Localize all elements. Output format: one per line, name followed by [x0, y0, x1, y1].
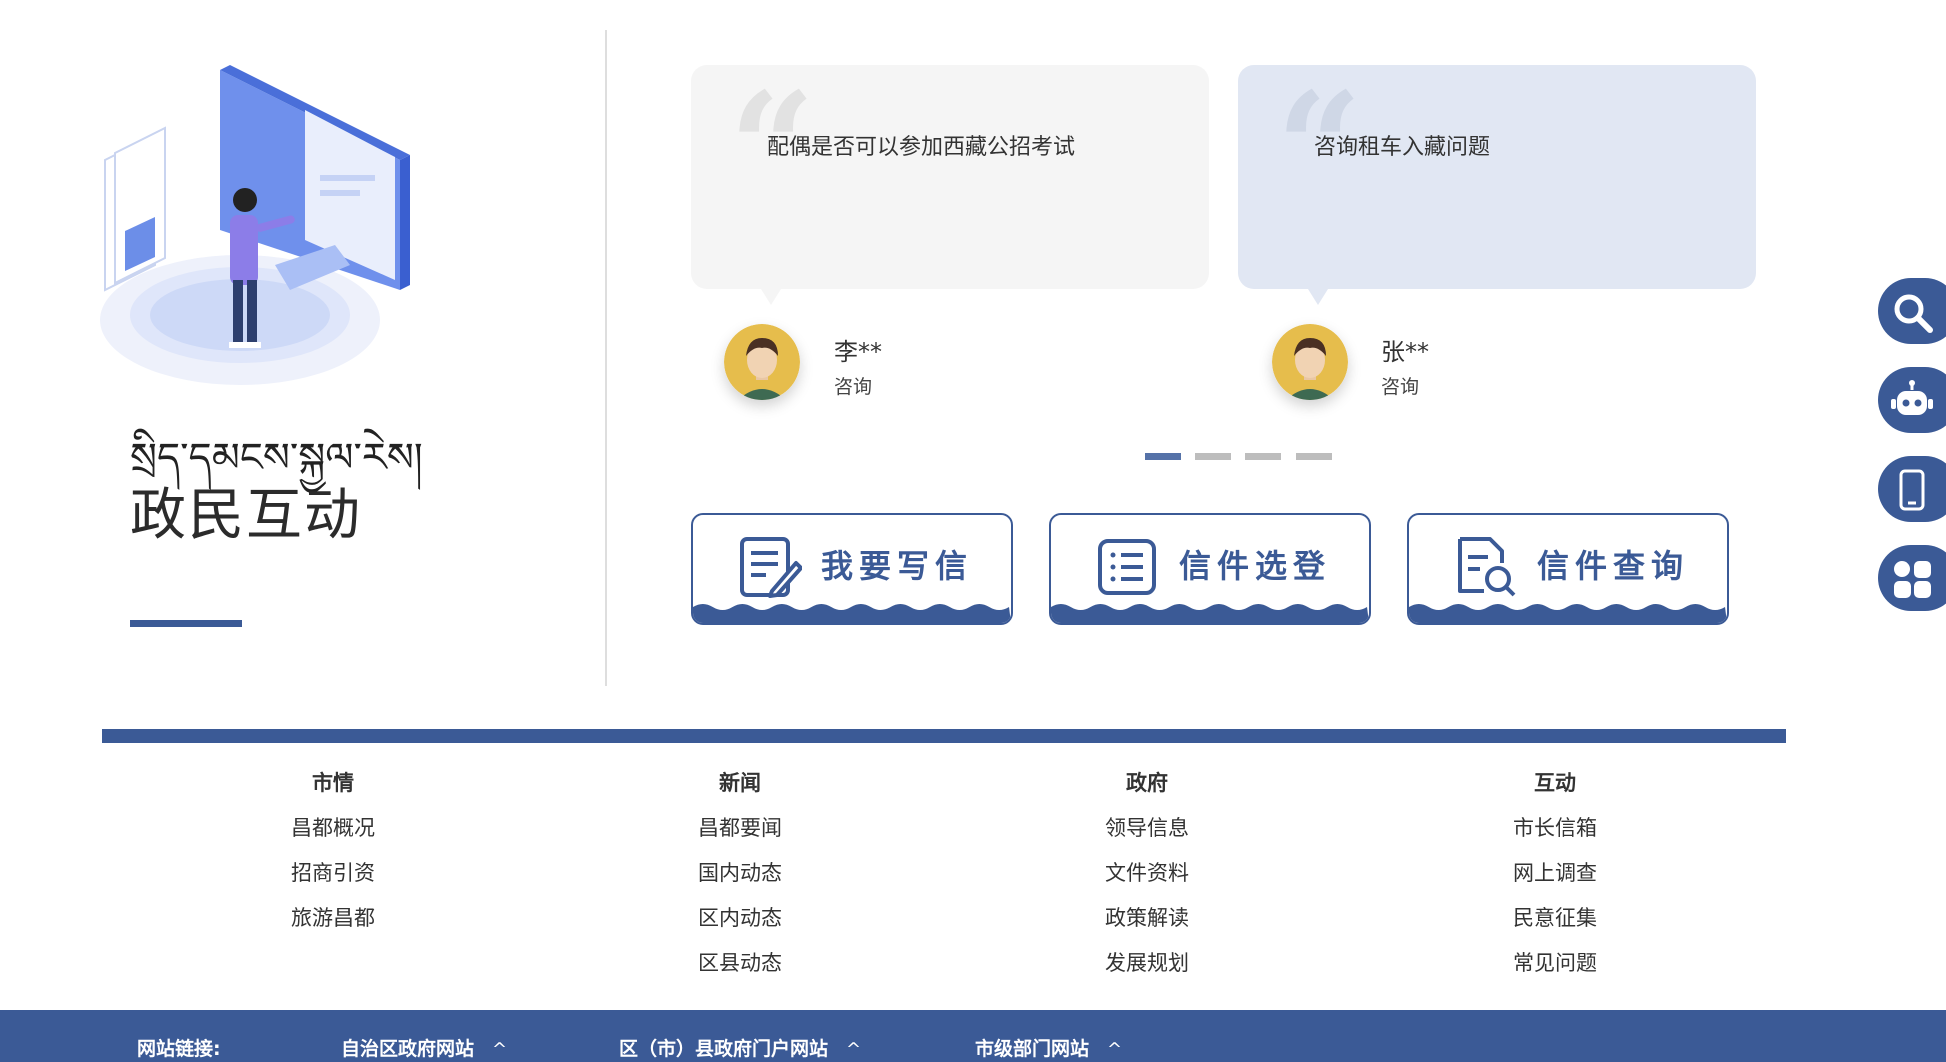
side-apps-button[interactable]: [1878, 545, 1946, 611]
author-name: 李**: [834, 338, 882, 366]
footer-link[interactable]: 政策解读: [1037, 902, 1257, 932]
section-title: 政民互动: [130, 483, 362, 548]
list-icon: [1098, 539, 1156, 595]
side-search-button[interactable]: [1878, 278, 1946, 344]
site-links-bar: [0, 1010, 1946, 1062]
letter-question[interactable]: 配偶是否可以参加西藏公招考试: [767, 129, 1075, 161]
letter-card[interactable]: “ 配偶是否可以参加西藏公招考试: [691, 65, 1209, 305]
search-icon: [1894, 294, 1933, 333]
side-robot-button[interactable]: [1878, 367, 1946, 433]
site-link-dropdown[interactable]: 市级部门网站 ^: [975, 1034, 1122, 1061]
vertical-divider: [605, 30, 607, 686]
site-link-text: 区（市）县政府门户网站: [619, 1038, 829, 1060]
title-underline: [130, 620, 242, 627]
chevron-up-icon: ^: [846, 1039, 862, 1060]
footer-link[interactable]: 常见问题: [1445, 947, 1665, 977]
site-link-text: 市级部门网站: [975, 1038, 1090, 1060]
letter-query-label: 信件查询: [1537, 547, 1690, 585]
wave-decoration: [1409, 604, 1727, 623]
author-name: 张**: [1381, 338, 1429, 366]
site-link-dropdown[interactable]: 自治区政府网站 ^: [341, 1034, 507, 1061]
apps-icon: [1894, 561, 1931, 598]
document-search-icon: [1458, 537, 1516, 597]
side-mobile-button[interactable]: [1878, 456, 1946, 522]
footer-link[interactable]: 招商引资: [223, 857, 443, 887]
card-tail: [761, 289, 781, 305]
avatar: [724, 324, 800, 400]
pagination-dot-4[interactable]: [1296, 453, 1332, 460]
footer-link[interactable]: 昌都要闻: [630, 812, 850, 842]
illustration-image: [100, 65, 410, 385]
site-link-text: 自治区政府网站: [341, 1038, 475, 1060]
letter-question[interactable]: 咨询租车入藏问题: [1314, 129, 1490, 161]
card-tail: [1308, 289, 1328, 305]
footer-col-title: 政府: [1126, 771, 1168, 795]
write-letter-button[interactable]: 我要写信: [691, 513, 1013, 625]
letter-card[interactable]: “ 咨询租车入藏问题: [1238, 65, 1756, 305]
footer-link[interactable]: 民意征集: [1445, 902, 1665, 932]
footer-link[interactable]: 旅游昌都: [223, 902, 443, 932]
robot-icon: [1891, 380, 1933, 415]
footer-col-title: 新闻: [719, 771, 761, 795]
chevron-up-icon: ^: [1107, 1039, 1123, 1060]
letter-query-button[interactable]: 信件查询: [1407, 513, 1729, 625]
footer-link[interactable]: 网上调查: [1445, 857, 1665, 887]
footer-link[interactable]: 昌都概况: [223, 812, 443, 842]
footer-link[interactable]: 文件资料: [1037, 857, 1257, 887]
footer-link[interactable]: 区县动态: [630, 947, 850, 977]
footer-col-title: 互动: [1534, 771, 1576, 795]
wave-decoration: [693, 604, 1011, 623]
selected-letters-button[interactable]: 信件选登: [1049, 513, 1371, 625]
chevron-up-icon: ^: [492, 1039, 508, 1060]
wave-decoration: [1051, 604, 1369, 623]
avatar-icon: [1272, 324, 1348, 400]
write-letter-label: 我要写信: [821, 547, 974, 585]
letter-type: 咨询: [834, 376, 873, 398]
footer-link[interactable]: 发展规划: [1037, 947, 1257, 977]
site-link-dropdown[interactable]: 区（市）县政府门户网站 ^: [619, 1034, 861, 1061]
pagination-dot-2[interactable]: [1195, 453, 1231, 460]
footer-link[interactable]: 市长信箱: [1445, 812, 1665, 842]
pagination-dot-1[interactable]: [1145, 453, 1181, 460]
footer-link[interactable]: 领导信息: [1037, 812, 1257, 842]
footer-col-title: 市情: [312, 771, 354, 795]
letter-type: 咨询: [1381, 376, 1420, 398]
pagination-dot-3[interactable]: [1245, 453, 1281, 460]
site-links-label: 网站链接:: [137, 1038, 221, 1060]
write-letter-icon: [740, 537, 802, 598]
avatar: [1272, 324, 1348, 400]
footer-divider-bar: [102, 729, 1786, 743]
footer-link[interactable]: 区内动态: [630, 902, 850, 932]
mobile-icon: [1899, 469, 1925, 511]
footer-link[interactable]: 国内动态: [630, 857, 850, 887]
avatar-icon: [724, 324, 800, 400]
selected-letters-label: 信件选登: [1179, 547, 1332, 585]
